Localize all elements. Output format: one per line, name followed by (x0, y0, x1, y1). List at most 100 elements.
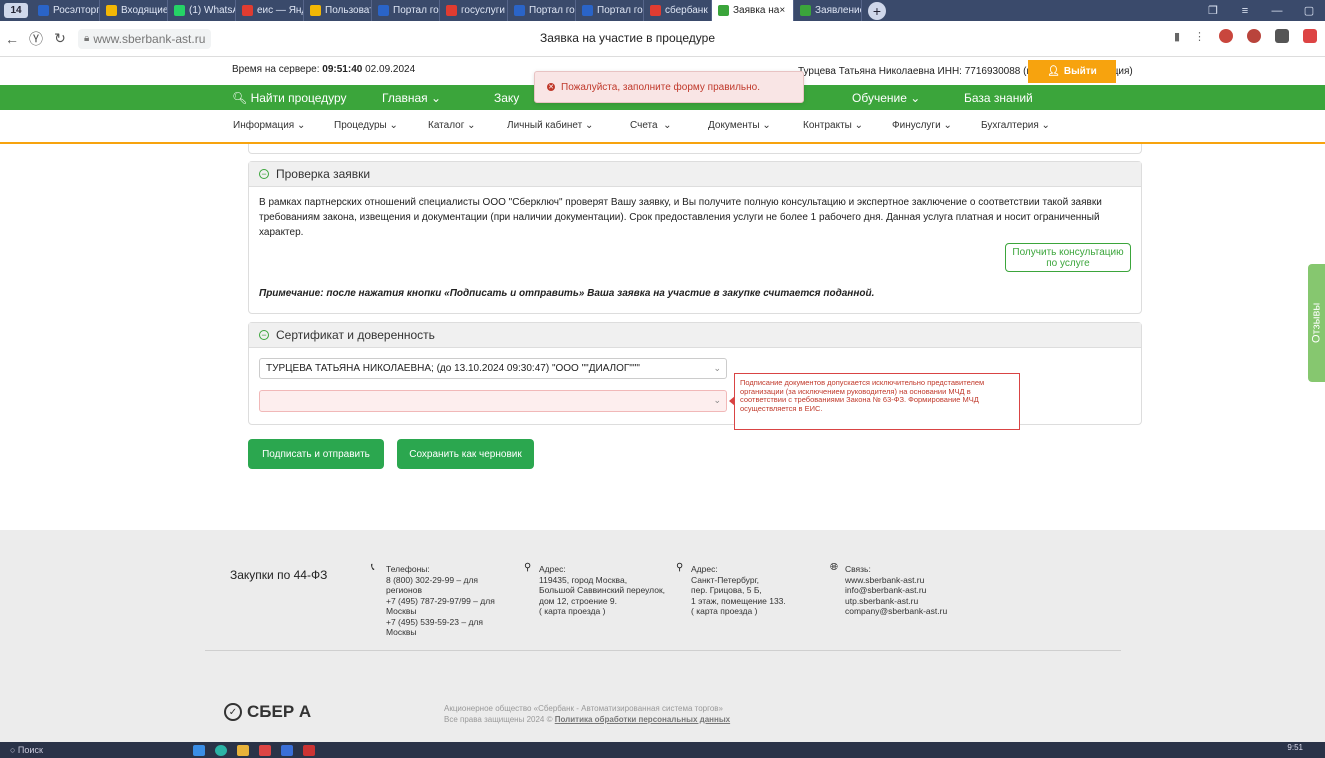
logout-button[interactable]: 👤︎ Выйти (1028, 60, 1116, 83)
check-panel-title: Проверка заявки (276, 167, 371, 181)
address-line: 1 этаж, помещение 133. (691, 595, 786, 606)
taskbar-app-icon[interactable] (258, 744, 271, 756)
collapse-icon[interactable]: − (259, 330, 269, 340)
browser-tab[interactable]: (1) WhatsAp (168, 0, 236, 21)
submission-note: Примечание: после нажатия кнопки «Подпис… (259, 288, 875, 299)
extension-icon[interactable] (1303, 29, 1317, 43)
tab-favicon-icon (514, 5, 525, 16)
new-tab-button[interactable]: + (868, 1, 886, 20)
address-line: ( карта проезда ) (539, 606, 606, 616)
yandex-icon[interactable]: Ⓨ (24, 29, 48, 49)
knowledge-base-link[interactable]: База знаний (964, 91, 1033, 105)
tab-favicon-icon (800, 5, 811, 16)
address-bar: ← Ⓨ ↻ 🔒︎ www.sberbank-ast.ru Заявка на у… (0, 21, 1325, 57)
location-icon: ⚲ (676, 562, 684, 573)
browser-tab[interactable]: Росэлторг.р (32, 0, 100, 21)
cert-panel-header[interactable]: − Сертификат и доверенность (249, 323, 1141, 348)
chevron-down-icon: ⌄ (910, 91, 921, 105)
power-of-attorney-select[interactable]: ⌄ (259, 390, 727, 412)
browser-tab[interactable]: еис — Яндек (236, 0, 304, 21)
search-icon[interactable]: ○ Поиск (10, 745, 43, 755)
browser-tab[interactable]: Портал госу (576, 0, 644, 21)
subnav-accounting[interactable]: Бухгалтерия ⌄ (981, 120, 1050, 131)
tab-favicon-icon (310, 5, 321, 16)
subnav-accounts[interactable]: Счета ⌄ (630, 120, 672, 131)
get-consultation-button[interactable]: Получить консультацию по услуге (1005, 243, 1131, 272)
back-icon[interactable]: ← (0, 31, 24, 47)
extensions-bar: ▮ ⋮ (1174, 29, 1317, 43)
browser-tab[interactable]: Заявка на × (712, 0, 794, 21)
globe-icon: 🌐︎ (830, 562, 838, 573)
address-line: 119435, город Москва, (539, 574, 628, 585)
address-line: пер. Грицова, 5 Б, (691, 585, 762, 595)
check-panel-header[interactable]: − Проверка заявки (249, 162, 1141, 187)
address-line: дом 12, строение 9. (539, 595, 618, 606)
taskbar-app-icon[interactable] (280, 744, 293, 756)
subnav-contracts[interactable]: Контракты ⌄ (803, 120, 863, 131)
extension-icon[interactable] (1219, 29, 1233, 43)
browser-tab[interactable]: Портал госу (508, 0, 576, 21)
server-time-label: Время на сервере: (232, 64, 320, 75)
window-controls: ❐ ≡ — ▢ (1197, 0, 1325, 21)
subnav-procedures[interactable]: Процедуры ⌄ (334, 120, 398, 131)
page-title: Заявка на участие в процедуре (540, 31, 716, 45)
user-icon: 👤︎ (1047, 66, 1060, 77)
contact-link: utp.sberbank-ast.ru (845, 595, 919, 606)
error-icon: ✕ (547, 83, 555, 91)
tab-favicon-icon (582, 5, 593, 16)
certificate-select[interactable]: ТУРЦЕВА ТАТЬЯНА НИКОЛАЕВНА; (до 13.10.20… (259, 358, 727, 379)
sign-and-send-button[interactable]: Подписать и отправить (248, 439, 384, 469)
address-line: Большой Саввинский переулок, (539, 585, 666, 595)
cert-panel-title: Сертификат и доверенность (276, 328, 435, 342)
browser-tab[interactable]: сбербанк ас (644, 0, 712, 21)
minimize-icon[interactable]: — (1261, 5, 1293, 17)
extension-icon[interactable] (1247, 29, 1261, 43)
subnav-documents[interactable]: Документы ⌄ (708, 120, 771, 131)
privacy-policy-link[interactable]: Политика обработки персональных данных (555, 715, 730, 724)
tab-favicon-icon (650, 5, 661, 16)
extension-icon[interactable] (1275, 29, 1289, 43)
sber-logo[interactable]: ✓ СБЕР А (224, 702, 311, 722)
subnav-finservices[interactable]: Финуслуги ⌄ (892, 120, 952, 131)
bookmark-icon[interactable]: ▮ (1174, 30, 1180, 43)
url-field[interactable]: 🔒︎ www.sberbank-ast.ru (78, 28, 212, 49)
purchases-menu[interactable]: Заку (494, 91, 519, 105)
lock-icon: 🔒︎ (84, 33, 90, 44)
find-procedure-link[interactable]: 🔍︎ Найти процедуру (232, 91, 347, 105)
training-menu[interactable]: Обучение ⌄ (852, 91, 920, 105)
contact-link: company@sberbank-ast.ru (845, 606, 948, 616)
tab-list-icon[interactable]: ❐ (1197, 4, 1229, 17)
subnav-cabinet[interactable]: Личный кабинет ⌄ (507, 120, 593, 131)
footer-divider (205, 650, 1121, 651)
menu-icon[interactable]: ≡ (1229, 5, 1261, 17)
close-tab-icon[interactable]: × (779, 5, 785, 16)
check-application-panel: − Проверка заявки В рамках партнерских о… (248, 161, 1142, 314)
tab-count-badge[interactable]: 14 (4, 3, 28, 18)
browser-tab[interactable]: Пользовате (304, 0, 372, 21)
browser-tab[interactable]: госуслуги – (440, 0, 508, 21)
reload-icon[interactable]: ↻ (48, 30, 72, 47)
taskbar-app-icon[interactable] (236, 744, 249, 756)
more-icon[interactable]: ⋮ (1194, 30, 1205, 43)
mchd-tooltip: Подписание документов допускается исключ… (729, 373, 1020, 430)
browser-tab[interactable]: Заявление (794, 0, 862, 21)
browser-tab[interactable]: Портал госу (372, 0, 440, 21)
browser-tab[interactable]: Входящие – (100, 0, 168, 21)
collapse-icon[interactable]: − (259, 169, 269, 179)
phone-number: 8 (800) 302-29-99 – для регионов (386, 574, 479, 596)
taskbar-app-icon[interactable] (192, 744, 205, 756)
taskbar-clock: 9:51 (1287, 743, 1303, 752)
main-menu[interactable]: Главная ⌄ (382, 91, 441, 105)
taskbar-app-icon[interactable] (214, 744, 227, 756)
os-taskbar: ○ Поиск 9:51 (0, 742, 1325, 758)
footer-address-spb: ⚲ Адрес: Санкт-Петербург, пер. Грицова, 5… (676, 562, 811, 617)
footer: Закупки по 44-ФЗ 📞︎ Телефоны: 8 (800) 30… (0, 530, 1325, 742)
save-draft-button[interactable]: Сохранить как черновик (397, 439, 534, 469)
taskbar-app-icon[interactable] (302, 744, 315, 756)
feedback-tab[interactable]: Отзывы (1308, 264, 1325, 382)
subnav-catalog[interactable]: Каталог ⌄ (428, 120, 476, 131)
maximize-icon[interactable]: ▢ (1293, 4, 1325, 17)
subnav-info[interactable]: Информация ⌄ (233, 120, 305, 131)
phone-number: +7 (495) 787-29-97/99 – для Москвы (386, 595, 495, 617)
chevron-down-icon: ⌄ (431, 91, 442, 105)
